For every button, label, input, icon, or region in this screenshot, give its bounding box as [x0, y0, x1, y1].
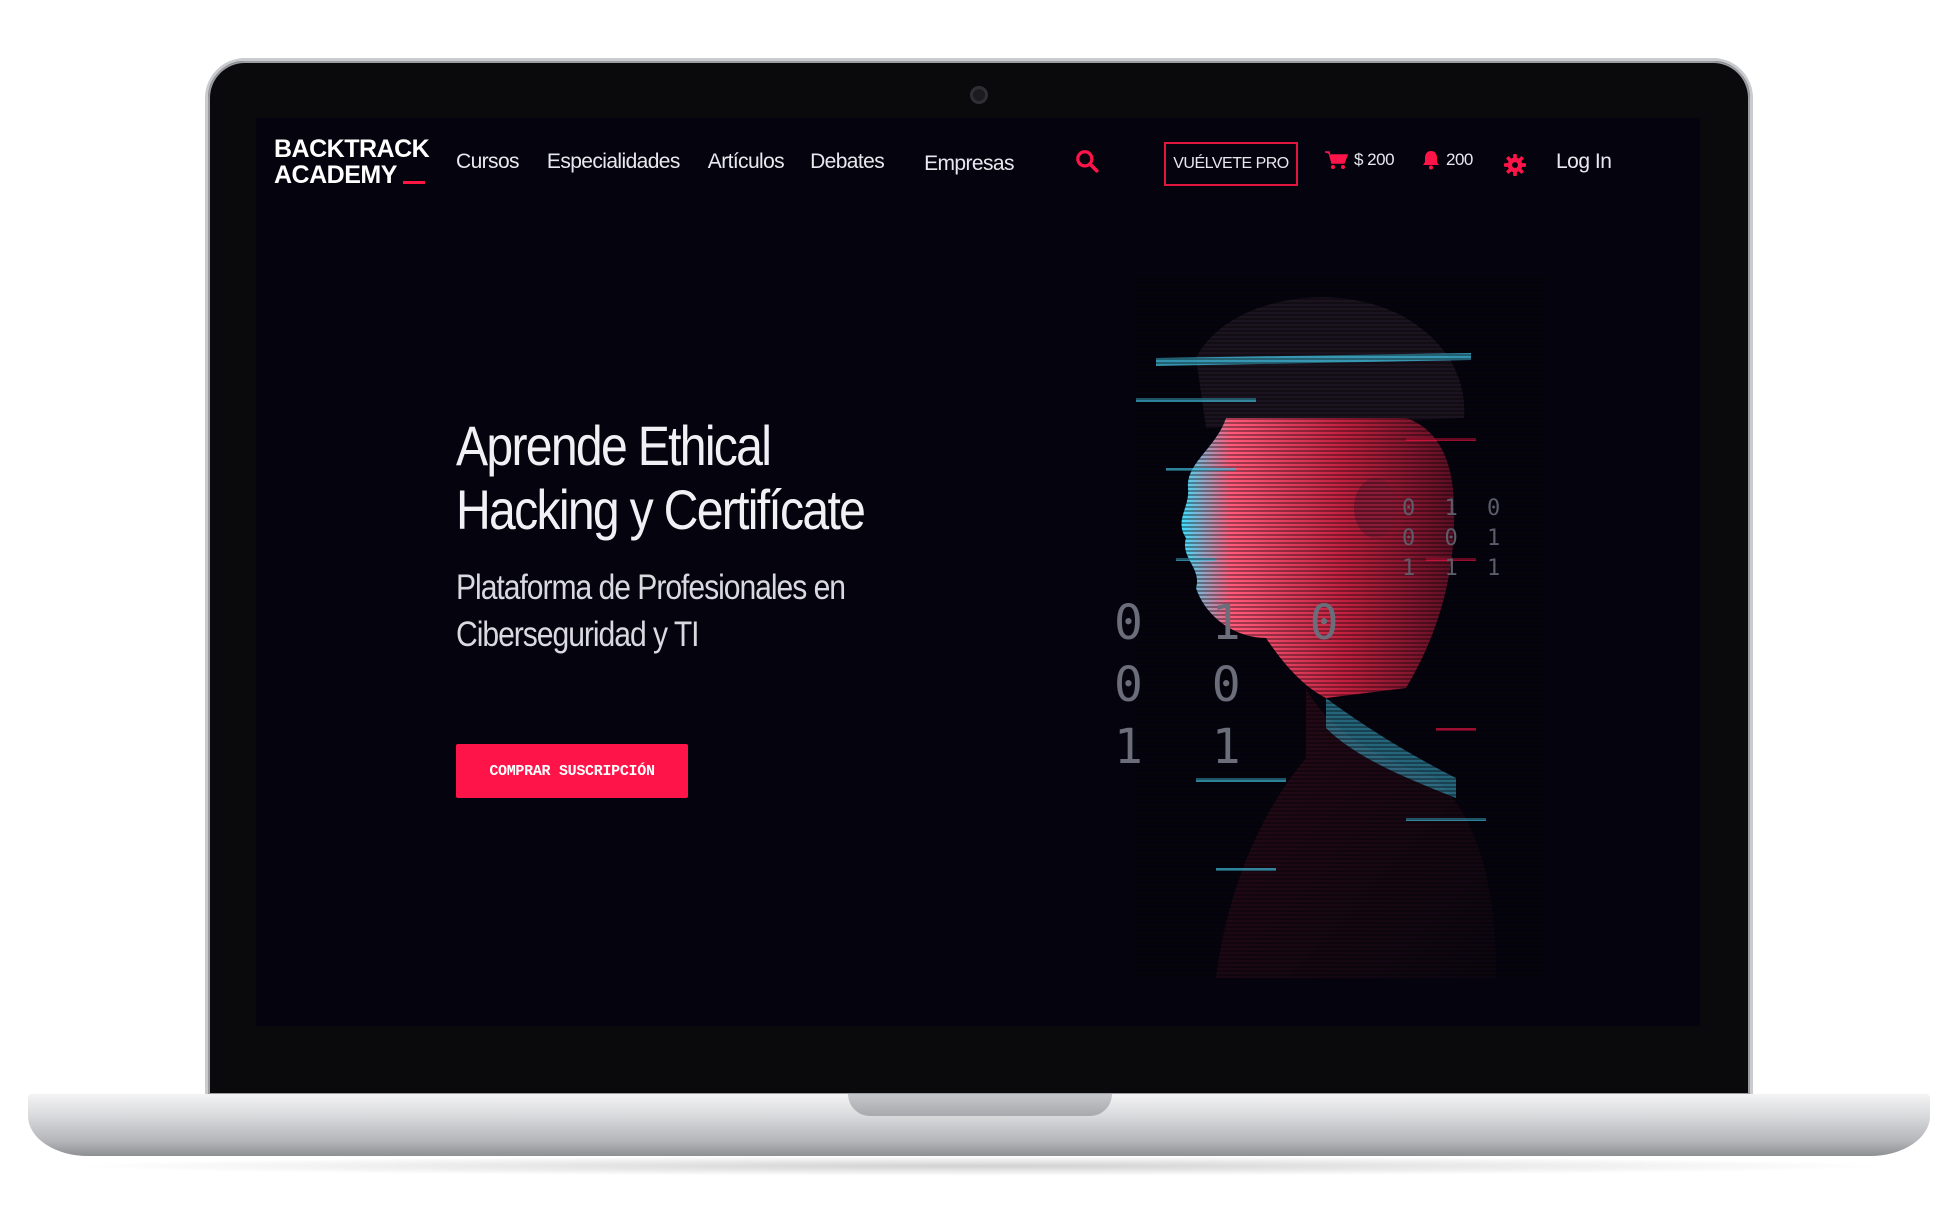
- main-menu: Cursos Especialidades Artículos Debates …: [456, 150, 1014, 176]
- binary-large-row: 1 1: [1114, 719, 1261, 775]
- become-pro-button[interactable]: VUÉLVETE PRO: [1164, 142, 1298, 186]
- logo-line1: BACKTRACK: [274, 135, 430, 163]
- binary-large-row: 0 0: [1114, 657, 1261, 713]
- cart-value: $ 200: [1354, 150, 1395, 169]
- bell-icon: [1423, 151, 1439, 170]
- top-nav: BACKTRACK ACADEMY Cursos Especialidades …: [256, 118, 1700, 214]
- hero-subtitle-line2: Ciberseguridad y TI: [456, 615, 700, 654]
- cart-icon: [1325, 151, 1348, 169]
- search-icon[interactable]: [1074, 148, 1100, 174]
- binary-small-row: 0 0 1: [1402, 526, 1509, 551]
- hero-subtitle: Plataforma de Profesionales en Cibersegu…: [456, 564, 903, 658]
- logo-underscore: [402, 181, 425, 184]
- binary-large-row: 0 1 0: [1114, 595, 1359, 651]
- hero-title-line1: Aprende Ethical: [456, 414, 772, 477]
- notifications[interactable]: 200: [1422, 150, 1473, 170]
- binary-digits-small: 0 1 0 0 0 1 1 1 1: [1402, 494, 1508, 584]
- cart[interactable]: $ 200: [1324, 150, 1395, 170]
- nav-item-debates[interactable]: Debates: [810, 150, 885, 176]
- nav-item-especialidades[interactable]: Especialidades: [547, 150, 680, 176]
- laptop-notch: [848, 1094, 1112, 1116]
- nav-item-articulos[interactable]: Artículos: [708, 150, 785, 176]
- nav-item-cursos[interactable]: Cursos: [456, 150, 520, 176]
- binary-small-row: 1 1 1: [1402, 556, 1509, 581]
- binary-small-row: 0 1 0: [1402, 496, 1509, 521]
- logo-line2: ACADEMY: [274, 161, 397, 189]
- laptop-shadow: [60, 1156, 1900, 1176]
- logo[interactable]: BACKTRACK ACADEMY: [274, 135, 430, 189]
- buy-subscription-button[interactable]: COMPRAR SUSCRIPCIÓN: [456, 744, 688, 798]
- gear-icon[interactable]: [1504, 154, 1526, 176]
- notifications-count: 200: [1446, 150, 1473, 169]
- camera: [970, 86, 988, 104]
- login-link[interactable]: Log In: [1556, 150, 1612, 174]
- hero-title: Aprende Ethical Hacking y Certifícate: [456, 414, 938, 542]
- hero-subtitle-line1: Plataforma de Profesionales en: [456, 568, 846, 607]
- hero-title-line2: Hacking y Certifícate: [456, 478, 866, 541]
- nav-item-empresas[interactable]: Empresas: [924, 152, 1014, 176]
- screen: BACKTRACK ACADEMY Cursos Especialidades …: [256, 118, 1700, 1026]
- binary-digits-large: 0 1 0 0 0 1 1: [1114, 592, 1359, 778]
